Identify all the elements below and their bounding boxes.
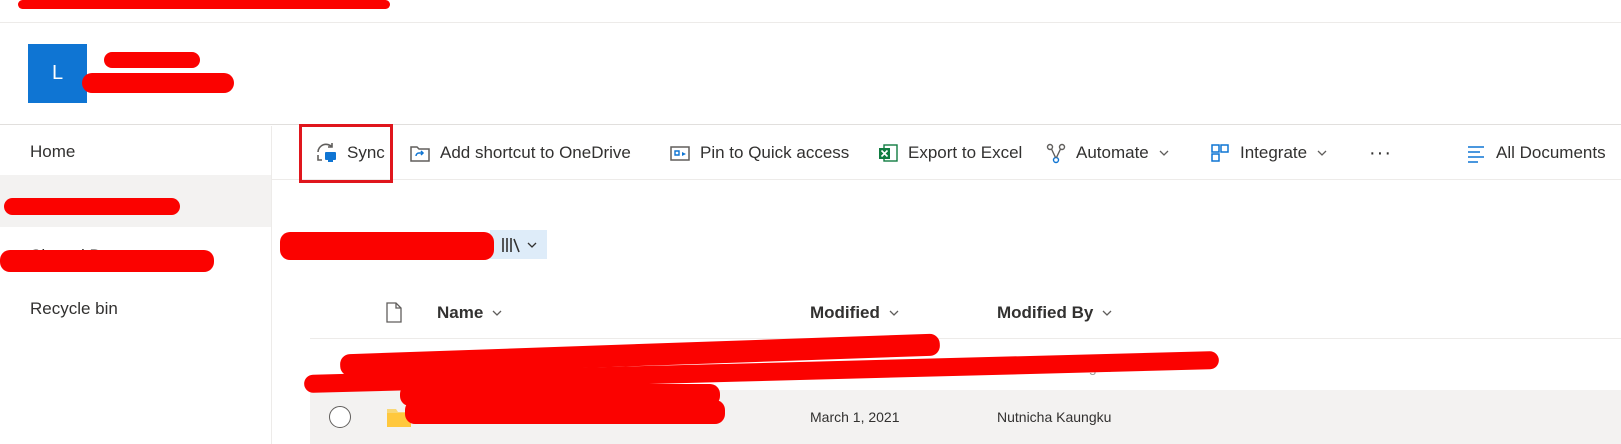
site-logo[interactable]: L [28, 44, 87, 103]
name-column-header[interactable]: Name [437, 286, 503, 339]
integrate-label: Integrate [1240, 143, 1308, 162]
redaction-mark [440, 372, 456, 414]
sync-highlight-box [299, 124, 393, 183]
file-type-column-header[interactable] [385, 286, 403, 339]
command-bar: Sync Add shortcut to OneDrive Pin to Qui… [272, 126, 1621, 180]
redaction-mark [280, 232, 494, 260]
chevron-down-icon [1317, 150, 1327, 156]
shortcut-icon [410, 146, 430, 162]
row-select-radio[interactable] [329, 406, 351, 428]
automate-icon [1046, 143, 1066, 164]
chevron-down-icon [492, 310, 502, 316]
nav-item-label: Recycle bin [30, 299, 118, 318]
automate-label: Automate [1076, 143, 1149, 162]
library-view-switch[interactable] [490, 230, 547, 259]
library-icon [501, 237, 520, 252]
modified-column-label: Modified [810, 302, 880, 322]
export-label: Export to Excel [908, 143, 1023, 162]
redaction-mark [4, 198, 180, 215]
document-icon [386, 302, 402, 323]
chevron-down-icon [1159, 150, 1169, 156]
export-to-excel-button[interactable]: Export to Excel [877, 126, 1022, 180]
view-label: All Documents [1496, 143, 1606, 162]
nav-item-home[interactable]: Home [0, 126, 271, 178]
pin-to-quick-access-button[interactable]: Pin to Quick access [669, 126, 849, 180]
more-icon[interactable]: ··· [1369, 126, 1392, 180]
nav-item-label: Home [30, 142, 76, 161]
redaction-mark [0, 250, 214, 272]
modified-by-column-label: Modified By [997, 302, 1094, 322]
all-documents-view-button[interactable]: All Documents [1465, 126, 1606, 180]
modified-by-cell: Nutnicha Kaungku [997, 409, 1112, 425]
modified-by-column-header[interactable]: Modified By [997, 286, 1113, 339]
chevron-down-icon [527, 242, 536, 248]
list-header: Name Modified Modified By [310, 286, 1621, 339]
chevron-down-icon [889, 310, 899, 316]
modified-column-header[interactable]: Modified [810, 286, 900, 339]
pin-icon [670, 146, 690, 161]
nav-item-recycle-bin[interactable]: Recycle bin [0, 283, 271, 335]
add-shortcut-label: Add shortcut to OneDrive [440, 143, 631, 162]
site-header: L [0, 23, 1621, 125]
add-shortcut-button[interactable]: Add shortcut to OneDrive [409, 126, 631, 180]
excel-icon [879, 144, 898, 162]
left-nav: Home Shared Documents Recycle bin [0, 126, 272, 444]
name-column-label: Name [437, 302, 484, 322]
redaction-mark [18, 0, 390, 9]
modified-cell: March 1, 2021 [810, 409, 900, 425]
integrate-button[interactable]: Integrate [1209, 126, 1328, 180]
redaction-mark [82, 73, 234, 93]
redaction-mark [104, 52, 200, 68]
chevron-down-icon [1102, 310, 1112, 316]
integrate-icon [1211, 144, 1229, 162]
view-list-icon [1468, 146, 1484, 163]
pin-label: Pin to Quick access [700, 143, 850, 162]
automate-button[interactable]: Automate [1045, 126, 1170, 180]
